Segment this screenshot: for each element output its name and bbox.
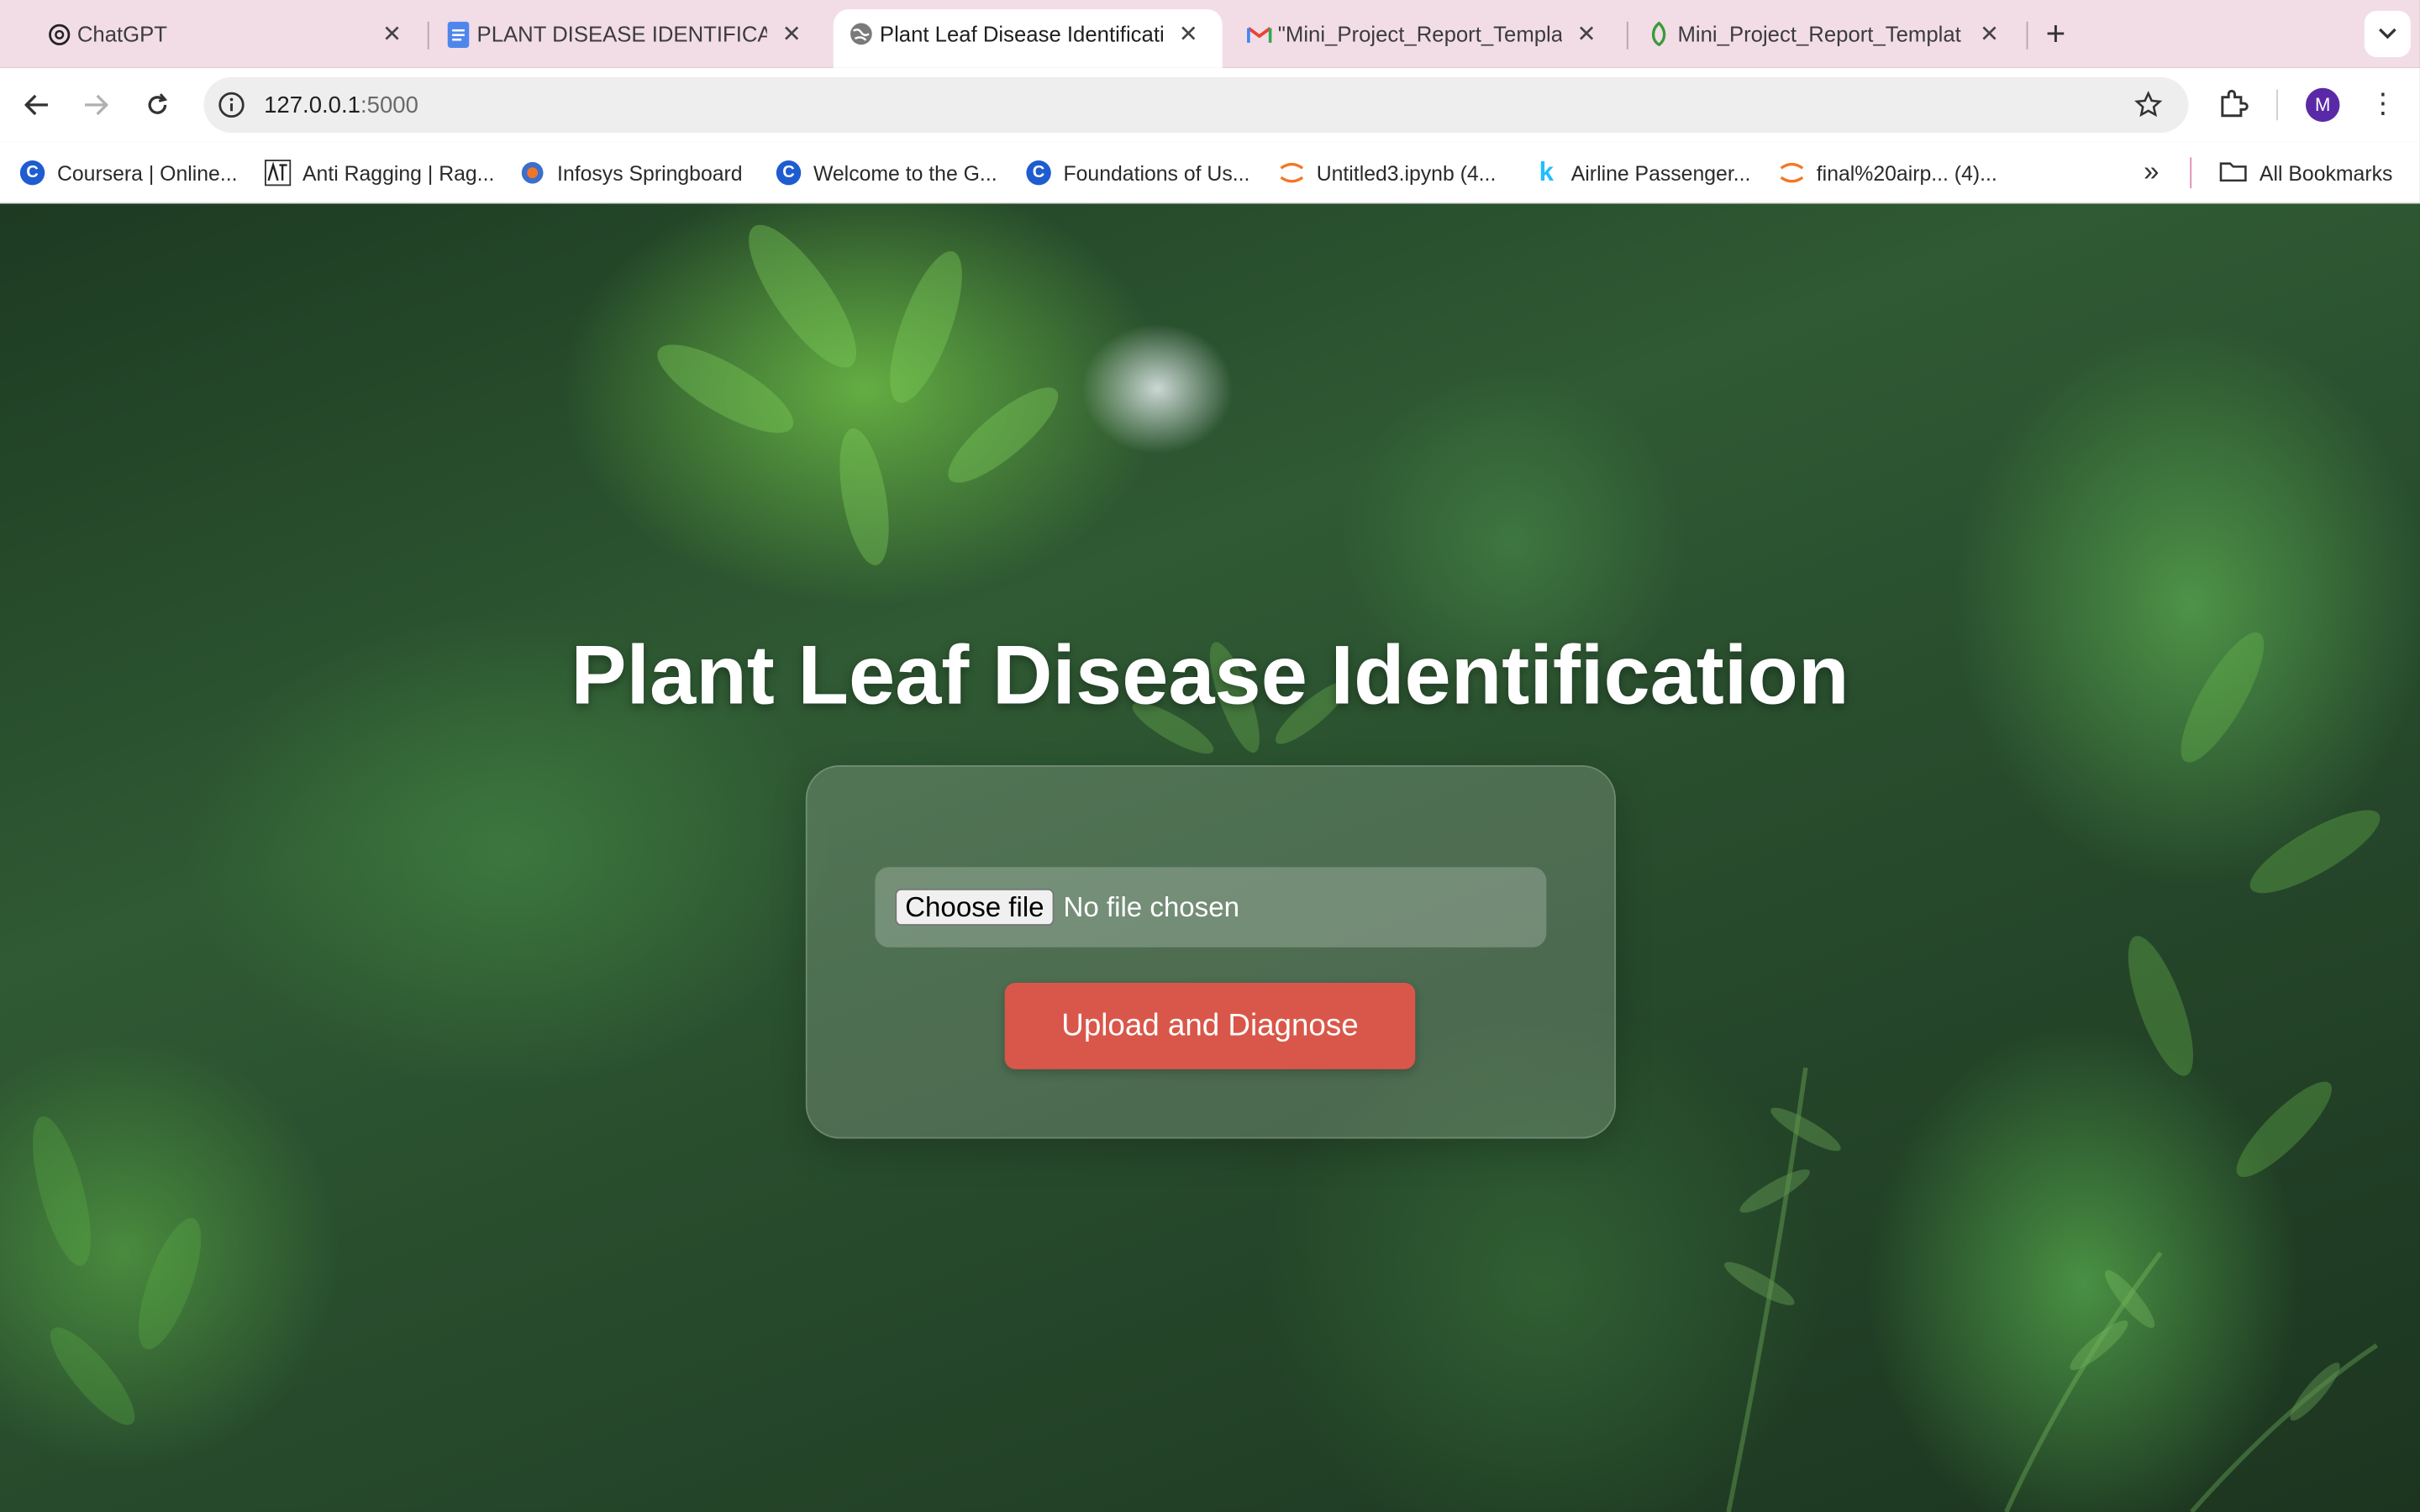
page-title: Plant Leaf Disease Identification [571,629,1849,722]
jupyter-icon [1778,159,1806,186]
tab-separator [1626,21,1628,50]
tab-title: ChatGPT [76,21,168,47]
kaggle-icon: k [1539,157,1555,187]
more-options-icon[interactable]: ⋮ [2367,87,2398,120]
new-tab-button[interactable]: + [2037,14,2074,53]
close-icon[interactable]: ✕ [376,18,408,50]
tab-overleaf[interactable]: Mini_Project_Report_Templat ✕ [1631,9,2023,68]
tab-title: "Mini_Project_Report_Templa [1277,21,1562,47]
reload-button[interactable] [136,83,179,126]
bookmark-label: Foundations of Us... [1063,160,1250,185]
jupyter-icon [1278,159,1306,186]
bookmark-label: Untitled3.ipynb (4... [1316,160,1497,185]
tab-title: Mini_Project_Report_Templat [1677,21,1961,47]
openai-icon [46,22,71,46]
file-status-text: No file chosen [1063,891,1240,923]
browser-toolbar: 127.0.0.1:5000 M ⋮ [0,67,2420,142]
bookmark-item[interactable]: C Foundations of Us... [1025,157,1250,188]
bookmark-item[interactable]: Anti Ragging | Rag... [264,157,494,188]
page-content: Plant Leaf Disease Identification Choose… [0,203,2420,1512]
tab-strip: ChatGPT ✕ PLANT DISEASE IDENTIFICATI ✕ P… [0,0,2420,68]
url-text[interactable]: 127.0.0.1:5000 [264,92,418,118]
more-bookmarks-icon[interactable]: » [2136,155,2167,187]
tab-plant-leaf-disease[interactable]: Plant Leaf Disease Identificati ✕ [833,9,1223,68]
tab-title: PLANT DISEASE IDENTIFICATI [476,21,767,47]
infosys-icon [518,159,546,186]
bookmark-item[interactable]: C Coursera | Online... [18,157,238,188]
bookmark-label: Infosys Springboard [557,160,743,185]
close-icon[interactable]: ✕ [776,18,808,50]
tab-gmail[interactable]: "Mini_Project_Report_Templa ✕ [1232,9,1621,68]
all-bookmarks-button[interactable]: All Bookmarks [2219,157,2392,188]
forward-button[interactable] [74,83,117,126]
back-button[interactable] [15,83,58,126]
bookmark-label: Airline Passenger... [1570,160,1751,185]
close-icon[interactable]: ✕ [1974,18,2005,50]
coursera-icon: C [775,159,802,186]
extensions-puzzle-icon[interactable] [2217,87,2250,120]
site-info-icon[interactable] [216,90,247,121]
arrow-left-icon [24,94,48,116]
bookmark-label: final%20airp... (4)... [1816,160,1997,185]
bookmark-item[interactable]: Infosys Springboard [518,157,743,188]
anti-ragging-icon [264,159,292,186]
close-icon[interactable]: ✕ [1173,18,1204,50]
upload-card: Choose file No file chosen Upload and Di… [805,765,1617,1139]
upload-and-diagnose-button[interactable]: Upload and Diagnose [1004,982,1416,1069]
bookmark-item[interactable]: final%20airp... (4)... [1778,157,1997,188]
address-bar[interactable]: 127.0.0.1:5000 [203,76,2189,133]
choose-file-button[interactable]: Choose file [895,888,1055,927]
bookmark-star-icon[interactable] [2133,90,2164,121]
file-input[interactable]: Choose file No file chosen [875,867,1547,948]
bookmark-item[interactable]: Untitled3.ipynb (4... [1278,157,1497,188]
bookmarks-bar: C Coursera | Online... Anti Ragging | Ra… [0,141,2420,204]
gmail-icon [1247,22,1272,46]
bookmarks-separator [2190,157,2192,189]
tab-separator [2026,21,2028,50]
bookmark-label: Welcome to the G... [813,160,997,185]
globe-icon [849,22,873,46]
overleaf-icon [1647,21,1671,47]
tab-separator [427,21,429,50]
toolbar-separator [2276,89,2278,121]
reload-icon [148,93,168,114]
tab-plant-disease-doc[interactable]: PLANT DISEASE IDENTIFICATI ✕ [430,9,825,68]
google-docs-icon [446,20,471,48]
bookmark-item[interactable]: C Welcome to the G... [775,157,997,188]
profile-avatar[interactable]: M [2306,87,2340,123]
arrow-right-icon [85,94,108,116]
tab-search-button[interactable] [2364,10,2411,57]
coursera-icon: C [1025,159,1053,186]
tab-title: Plant Leaf Disease Identificati [879,21,1164,47]
close-icon[interactable]: ✕ [1571,18,1602,50]
coursera-icon: C [18,159,46,186]
all-bookmarks-label: All Bookmarks [2259,160,2393,185]
browser-window: ChatGPT ✕ PLANT DISEASE IDENTIFICATI ✕ P… [0,0,2420,1512]
bookmark-label: Coursera | Online... [56,160,238,185]
chevron-down-icon [2379,28,2396,39]
bookmark-item[interactable]: k Airline Passenger... [1533,157,1751,188]
tab-chatgpt[interactable]: ChatGPT ✕ [31,9,426,68]
bookmark-label: Anti Ragging | Rag... [302,160,495,185]
folder-icon [2219,160,2247,186]
